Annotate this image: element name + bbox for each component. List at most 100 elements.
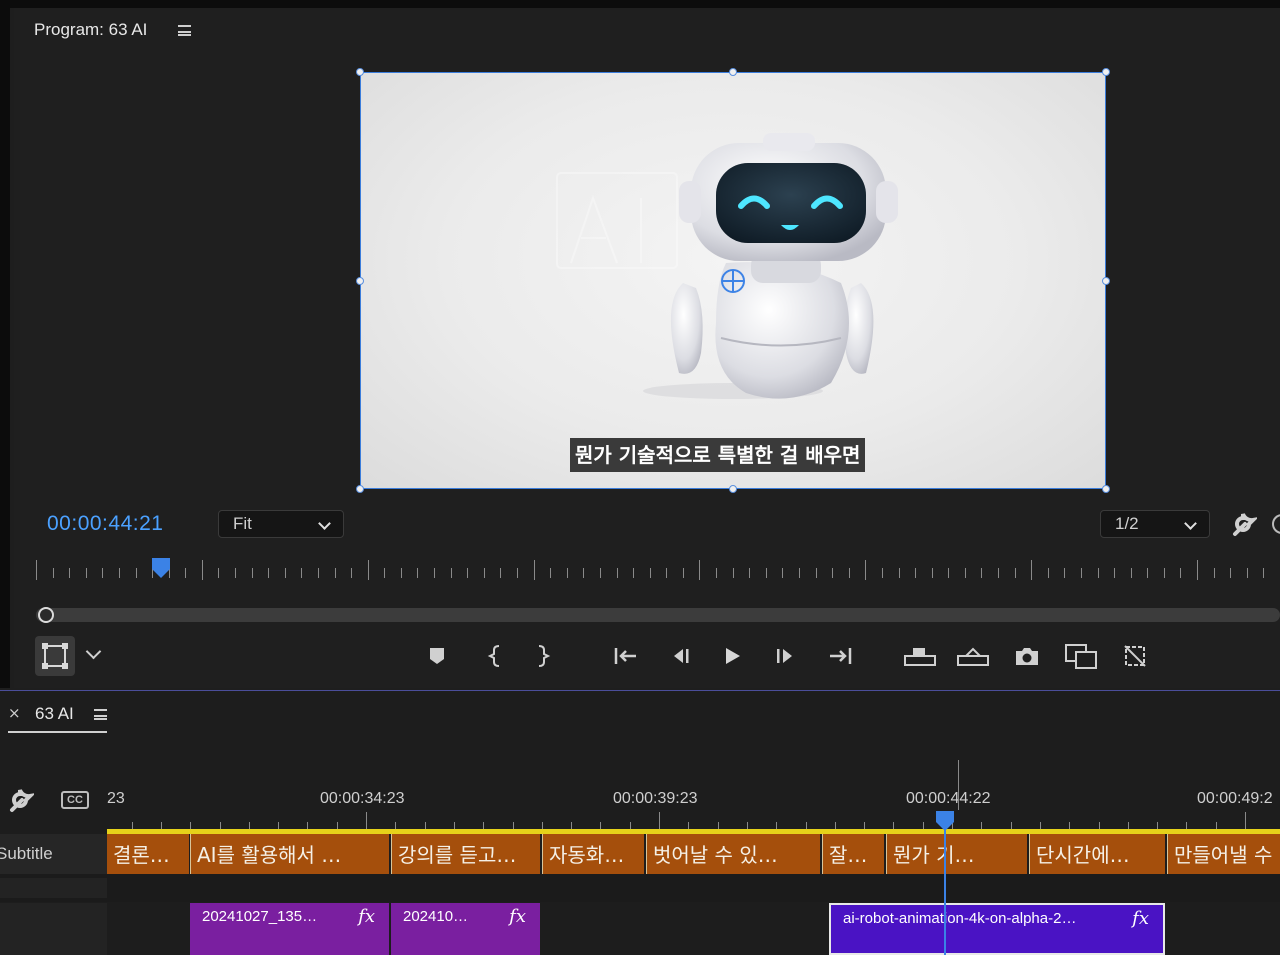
go-to-out-icon bbox=[830, 648, 852, 664]
ruler-tick bbox=[732, 568, 734, 578]
extract-button[interactable] bbox=[956, 641, 990, 671]
timeline-tab-label[interactable]: 63 AI bbox=[35, 704, 74, 724]
toggle-proxies-button[interactable] bbox=[1120, 641, 1150, 671]
frame-handle-tl[interactable] bbox=[356, 68, 364, 76]
subtitle-clip[interactable]: 자동화… bbox=[542, 834, 644, 874]
wrench-icon[interactable] bbox=[6, 786, 34, 814]
ruler-tick bbox=[118, 568, 120, 578]
video-clip[interactable]: 20241027_135… fx bbox=[190, 903, 389, 955]
ruler-tick bbox=[865, 560, 867, 580]
subtitle-clip[interactable]: 결론… bbox=[107, 834, 189, 874]
video-clip-selected[interactable]: ai-robot-animation-4k-on-alpha-2… fx bbox=[829, 903, 1165, 955]
playhead-timecode[interactable]: 00:00:44:21 bbox=[47, 512, 163, 536]
ruler-tick bbox=[848, 568, 850, 578]
wrench-icon[interactable] bbox=[1229, 510, 1257, 538]
play-button[interactable] bbox=[717, 641, 747, 671]
ruler-tick bbox=[1147, 568, 1149, 578]
ruler-tick bbox=[1014, 568, 1016, 578]
ruler-tick bbox=[716, 568, 718, 578]
transform-button[interactable] bbox=[35, 636, 75, 676]
playhead-marker[interactable] bbox=[151, 557, 171, 579]
go-to-in-icon bbox=[614, 648, 636, 664]
subtitle-clip[interactable]: 만들어낼 수 bbox=[1167, 834, 1280, 874]
resolution-dropdown[interactable]: 1/2 bbox=[1100, 510, 1210, 538]
ruler-tick bbox=[815, 568, 817, 578]
anchor-point-icon[interactable] bbox=[719, 267, 747, 295]
step-back-button[interactable] bbox=[665, 641, 695, 671]
fx-badge: fx bbox=[509, 906, 526, 927]
captions-icon[interactable]: CC bbox=[61, 791, 89, 809]
ruler-tick bbox=[964, 568, 966, 578]
video-clip[interactable]: 202410… fx bbox=[391, 903, 540, 955]
proxy-icon bbox=[1124, 645, 1146, 667]
subtitle-clip[interactable]: 잘… bbox=[822, 834, 884, 874]
ruler-tick bbox=[881, 568, 883, 578]
ruler-tick bbox=[1130, 568, 1132, 578]
add-marker-button[interactable] bbox=[422, 641, 452, 671]
ruler-tick bbox=[599, 568, 601, 578]
ruler-tick bbox=[517, 568, 518, 578]
frame-handle-ml[interactable] bbox=[356, 277, 364, 285]
ruler-tick bbox=[367, 560, 369, 580]
close-icon[interactable]: × bbox=[8, 704, 21, 722]
ruler-tick bbox=[1180, 568, 1182, 578]
ruler-tick bbox=[317, 568, 319, 578]
track-header[interactable] bbox=[0, 878, 107, 898]
extract-icon bbox=[957, 647, 989, 666]
mark-in-button[interactable] bbox=[480, 641, 510, 671]
ruler-tick bbox=[998, 568, 1000, 578]
ruler-tick bbox=[450, 568, 452, 578]
frame-handle-mr[interactable] bbox=[1102, 277, 1110, 285]
lift-icon bbox=[904, 648, 936, 666]
mini-time-ruler[interactable] bbox=[36, 560, 1280, 582]
camera-icon bbox=[1016, 648, 1038, 665]
step-forward-icon bbox=[777, 649, 792, 663]
go-to-in-button[interactable] bbox=[611, 641, 641, 671]
comparison-view-button[interactable] bbox=[1064, 641, 1098, 671]
ruler-tick bbox=[351, 568, 353, 578]
transform-icon bbox=[42, 643, 68, 669]
menu-icon[interactable] bbox=[94, 709, 107, 720]
mark-out-button[interactable] bbox=[528, 641, 558, 671]
frame-handle-br[interactable] bbox=[1102, 485, 1110, 493]
ruler-tick bbox=[185, 568, 187, 578]
go-to-out-button[interactable] bbox=[825, 641, 855, 671]
ruler-label: 23 bbox=[107, 790, 125, 807]
ruler-tick bbox=[898, 568, 900, 578]
video-track-header[interactable] bbox=[0, 903, 107, 955]
frame-handle-tm[interactable] bbox=[729, 68, 737, 76]
subtitle-clip[interactable]: 강의를 듣고… bbox=[391, 834, 540, 874]
ruler-tick bbox=[649, 568, 651, 578]
step-forward-button[interactable] bbox=[770, 641, 800, 671]
ruler-tick bbox=[201, 560, 203, 580]
ruler-tick bbox=[1080, 568, 1082, 578]
subtitle-clip[interactable]: 단시간에… bbox=[1029, 834, 1165, 874]
empty-track bbox=[0, 874, 1280, 902]
timeline-playhead-marker[interactable] bbox=[935, 810, 955, 832]
chevron-down-icon bbox=[318, 517, 331, 530]
ruler-tick bbox=[1114, 568, 1116, 578]
video-clip-label: 20241027_135… bbox=[202, 908, 318, 925]
zoom-scroll-bar[interactable] bbox=[36, 608, 1280, 622]
ruler-tick bbox=[1197, 560, 1199, 580]
ruler-tick bbox=[1246, 568, 1248, 578]
ruler-tick bbox=[583, 568, 585, 578]
export-frame-button[interactable] bbox=[1012, 641, 1042, 671]
program-monitor-title[interactable]: Program: 63 AI bbox=[34, 20, 147, 40]
ruler-tick bbox=[1097, 568, 1099, 578]
frame-handle-bl[interactable] bbox=[356, 485, 364, 493]
chevron-down-icon bbox=[1184, 517, 1197, 530]
frame-handle-tr[interactable] bbox=[1102, 68, 1110, 76]
lift-button[interactable] bbox=[903, 641, 937, 671]
ruler-tick bbox=[102, 568, 104, 578]
zoom-scroll-handle[interactable] bbox=[38, 607, 54, 623]
frame-handle-bm[interactable] bbox=[729, 485, 737, 493]
subtitle-clip[interactable]: 뭔가 기… bbox=[886, 834, 1027, 874]
fx-badge: fx bbox=[1132, 908, 1149, 929]
subtitle-clip[interactable]: 벗어날 수 있… bbox=[646, 834, 820, 874]
playhead-line bbox=[944, 828, 946, 955]
resolution-value: 1/2 bbox=[1115, 514, 1139, 533]
subtitle-clip[interactable]: AI를 활용해서 … bbox=[190, 834, 389, 874]
menu-icon[interactable] bbox=[178, 25, 191, 36]
zoom-dropdown[interactable]: Fit bbox=[218, 510, 344, 538]
